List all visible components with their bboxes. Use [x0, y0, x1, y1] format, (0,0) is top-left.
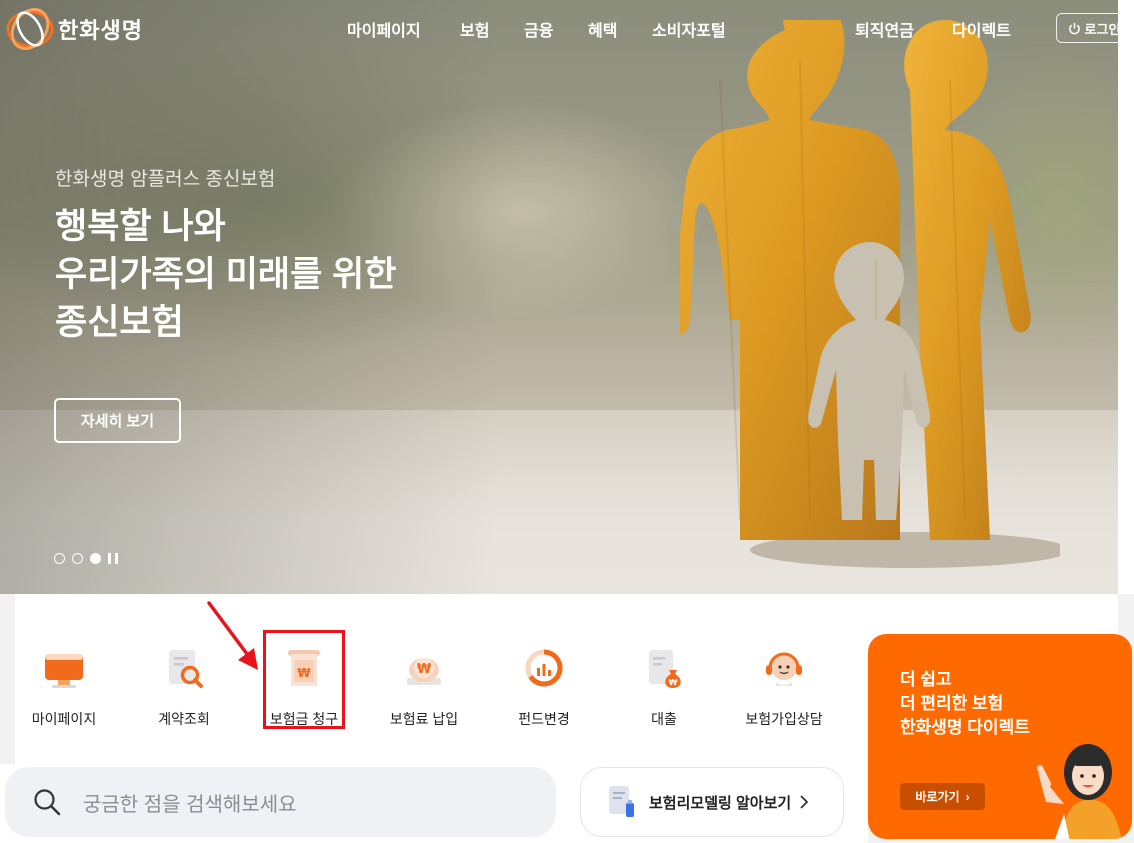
quick-item-label: 마이페이지	[31, 711, 97, 727]
remodeling-link[interactable]: 보험리모델링 알아보기	[580, 767, 844, 837]
quick-item-fund-change[interactable]: 펀드변경	[489, 646, 599, 729]
carousel-dot-1[interactable]	[54, 553, 65, 564]
remodeling-label: 보험리모델링 알아보기	[649, 794, 792, 812]
chevron-right-icon	[800, 795, 809, 809]
monitor-icon	[45, 654, 83, 688]
brand-logo[interactable]: 한화생명	[4, 6, 143, 52]
hero-banner[interactable]: 한화생명 마이페이지 보험 금융 혜택 소비자포털 퇴직연금 다이렉트 로그인 …	[0, 0, 1134, 594]
quick-item-mypage[interactable]: 마이페이지	[9, 646, 119, 729]
hero-title-line: 종신보험	[55, 303, 184, 342]
highlight-box	[263, 630, 345, 729]
promo-go-button[interactable]: 바로가기 ›	[900, 783, 985, 810]
wooden-family-figure-image	[680, 20, 1060, 568]
search-input[interactable]: 궁금한 점을 검색해보세요	[5, 767, 556, 837]
carousel-indicator	[54, 553, 118, 564]
page: 한화생명 마이페이지 보험 금융 혜택 소비자포털 퇴직연금 다이렉트 로그인 …	[0, 0, 1134, 843]
quick-item-label: 보험가입상담	[745, 711, 823, 727]
quick-item-label: 보험료 납입	[389, 711, 459, 727]
direct-promo-banner[interactable]: 더 쉽고 더 편리한 보험 한화생명 다이렉트 바로가기 ›	[868, 634, 1132, 839]
carousel-dot-2[interactable]	[72, 553, 83, 564]
promo-line: 한화생명 다이렉트	[900, 718, 1030, 737]
chevron-right-icon: ›	[965, 789, 970, 804]
carousel-dot-3[interactable]	[90, 553, 101, 564]
brand-logo-icon	[6, 8, 54, 50]
quick-item-label: 펀드변경	[518, 711, 570, 727]
fund-chart-icon	[525, 649, 563, 687]
quick-item-label: 계약조회	[158, 711, 210, 727]
nav-retirement-pension[interactable]: 퇴직연금	[855, 17, 914, 41]
promo-line: 더 쉽고	[900, 670, 952, 689]
nav-mypage[interactable]: 마이페이지	[347, 17, 421, 41]
quick-item-consultation[interactable]: 보험가입상담	[729, 646, 839, 729]
document-icon	[609, 786, 634, 817]
nav-consumer-portal[interactable]: 소비자포털	[652, 17, 726, 41]
power-icon	[1068, 22, 1080, 34]
annotation-arrow-icon	[207, 601, 258, 670]
hero-edge	[1118, 0, 1134, 594]
promo-go-label: 바로가기	[915, 790, 960, 804]
quick-item-label: 대출	[651, 711, 677, 727]
loan-moneybag-icon: ₩	[649, 650, 681, 688]
promo-text: 더 쉽고 더 편리한 보험 한화생명 다이렉트	[900, 668, 1030, 740]
woman-character-image	[1037, 744, 1122, 839]
nav-direct[interactable]: 다이렉트	[952, 17, 1011, 41]
quick-item-loan[interactable]: ₩ 대출	[609, 646, 719, 729]
hero-title-line: 우리가족의 미래를 위한	[55, 255, 397, 294]
nav-benefits[interactable]: 혜택	[588, 17, 617, 41]
search-icon	[34, 789, 61, 816]
login-button[interactable]: 로그인	[1056, 13, 1132, 43]
login-label: 로그인	[1084, 21, 1121, 37]
svg-text:₩: ₩	[669, 678, 678, 687]
search-placeholder: 궁금한 점을 검색해보세요	[83, 793, 297, 816]
hero-title: 행복할 나와 우리가족의 미래를 위한 종신보험	[55, 203, 396, 347]
carousel-pause-icon[interactable]	[108, 553, 118, 564]
quick-item-premium-payment[interactable]: ₩ 보험료 납입	[369, 646, 479, 729]
headset-consult-icon	[766, 652, 802, 686]
won-payment-icon: ₩	[407, 658, 441, 685]
brand-name: 한화생명	[58, 18, 143, 43]
promo-line: 더 편리한 보험	[900, 694, 1004, 713]
svg-text:₩: ₩	[417, 662, 432, 677]
nav-insurance[interactable]: 보험	[460, 17, 489, 41]
hero-title-line: 행복할 나와	[55, 207, 226, 246]
hero-detail-button[interactable]: 자세히 보기	[54, 398, 181, 443]
nav-finance[interactable]: 금융	[524, 17, 553, 41]
hero-subtitle: 한화생명 암플러스 종신보험	[55, 169, 276, 190]
